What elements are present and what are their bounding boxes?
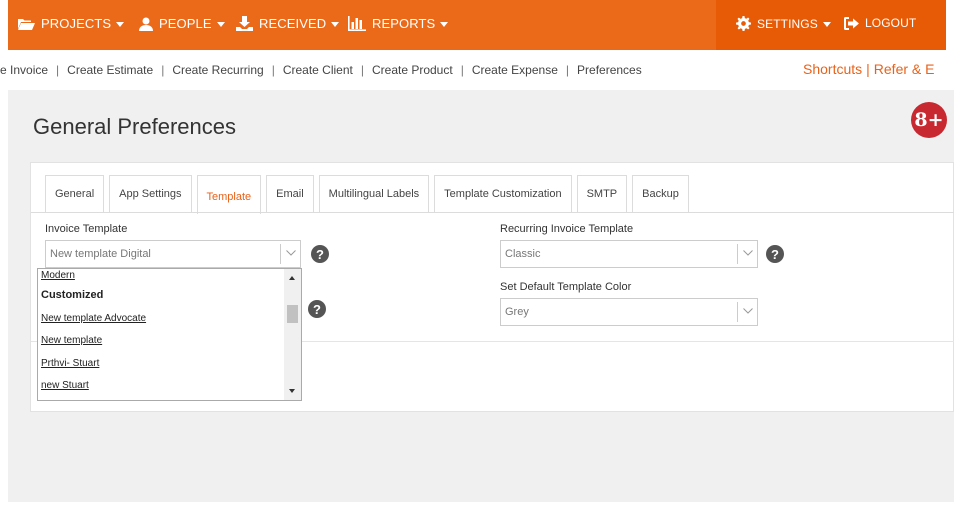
select-arrow (280, 244, 300, 264)
divider: | (360, 63, 364, 77)
scroll-down-icon[interactable] (289, 389, 295, 393)
recurring-template-label: Recurring Invoice Template (500, 223, 634, 235)
folder-open-icon (18, 18, 35, 30)
help-icon[interactable]: ? (308, 300, 326, 318)
tab-backup[interactable]: Backup (632, 175, 689, 212)
shortcut-create-estimate[interactable]: Create Estimate (67, 63, 153, 77)
gear-icon (736, 16, 751, 31)
shortcut-right: Shortcuts | Refer & E (803, 61, 934, 77)
nav-logout-label: LOGOUT (865, 16, 917, 30)
nav-received-label: RECEIVED (259, 16, 327, 31)
chevron-down-icon (440, 21, 449, 27)
divider: | (161, 63, 165, 77)
nav-projects[interactable]: PROJECTS (18, 16, 125, 31)
shortcut-create-expense[interactable]: Create Expense (472, 63, 558, 77)
chevron-down-icon (286, 250, 296, 256)
select-arrow (737, 302, 757, 322)
shortcut-bar: e Invoice | Create Estimate | Create Recurri… (0, 50, 954, 90)
nav-logout[interactable]: LOGOUT (844, 16, 916, 30)
shortcut-preferences[interactable]: Preferences (577, 63, 642, 77)
google-plus-icon[interactable]: 8+ (911, 102, 947, 138)
user-icon (139, 17, 153, 31)
page-title: General Preferences (33, 114, 236, 139)
chevron-down-icon (116, 21, 125, 27)
nav-settings[interactable]: SETTINGS (736, 16, 831, 31)
tab-template-customization[interactable]: Template Customization (434, 175, 572, 212)
shortcut-create-client[interactable]: Create Client (283, 63, 353, 77)
chevron-down-icon (743, 250, 753, 256)
tab-bar: General App Settings Template Email Mult… (45, 175, 694, 214)
top-nav: PROJECTS PEOPLE RECEIVED REPORTS SETTING… (8, 0, 946, 50)
invoice-template-select[interactable]: New template Digital (45, 240, 301, 268)
tab-divider (31, 212, 954, 213)
template-color-select[interactable]: Grey (500, 298, 758, 326)
dropdown-option[interactable]: New template Advocate (41, 313, 146, 324)
invoice-template-label: Invoice Template (45, 223, 128, 235)
invoice-template-dropdown-list[interactable]: Modern Customized New template Advocate … (37, 268, 302, 401)
scroll-thumb[interactable] (287, 305, 298, 323)
bottom-strip (0, 502, 954, 512)
tab-smtp[interactable]: SMTP (576, 175, 628, 212)
nav-people[interactable]: PEOPLE (139, 16, 225, 31)
shortcuts-link[interactable]: Shortcuts (803, 61, 862, 77)
nav-reports-label: REPORTS (372, 16, 436, 31)
tab-template[interactable]: Template (196, 175, 262, 214)
dropdown-option-modern[interactable]: Modern (41, 270, 75, 281)
template-color-value: Grey (505, 306, 529, 318)
tab-email[interactable]: Email (266, 175, 314, 212)
nav-received[interactable]: RECEIVED (236, 16, 340, 31)
chevron-down-icon (822, 21, 831, 27)
shortcut-create-product[interactable]: Create Product (372, 63, 453, 77)
nav-projects-label: PROJECTS (41, 16, 112, 31)
sign-out-icon (844, 16, 859, 30)
template-color-label: Set Default Template Color (500, 281, 632, 293)
recurring-template-value: Classic (505, 248, 541, 260)
divider: | (271, 63, 275, 77)
divider: | (866, 61, 870, 77)
recurring-template-select[interactable]: Classic (500, 240, 758, 268)
tab-app-settings[interactable]: App Settings (109, 175, 192, 212)
chevron-down-icon (216, 21, 225, 27)
tab-general[interactable]: General (45, 175, 105, 212)
shortcut-links: e Invoice | Create Estimate | Create Recurri… (0, 63, 642, 77)
tab-multilingual-labels[interactable]: Multilingual Labels (318, 175, 430, 212)
chevron-down-icon (331, 21, 340, 27)
select-arrow (737, 244, 757, 264)
download-icon (236, 16, 253, 31)
divider: | (56, 63, 60, 77)
nav-people-label: PEOPLE (159, 16, 212, 31)
refer-link[interactable]: Refer & E (874, 61, 935, 77)
dropdown-option[interactable]: new Stuart (41, 380, 89, 391)
chevron-down-icon (743, 308, 753, 314)
app-page: PROJECTS PEOPLE RECEIVED REPORTS SETTING… (0, 0, 954, 512)
dropdown-option[interactable]: New template (41, 335, 102, 346)
shortcut-create-recurring[interactable]: Create Recurring (172, 63, 263, 77)
help-icon[interactable]: ? (766, 245, 784, 263)
divider: | (460, 63, 464, 77)
dropdown-option[interactable]: Prthvi- Stuart (41, 358, 99, 369)
nav-settings-label: SETTINGS (757, 16, 818, 31)
help-icon[interactable]: ? (311, 245, 329, 263)
divider: | (565, 63, 570, 77)
scroll-up-icon[interactable] (289, 276, 295, 280)
shortcut-create-invoice[interactable]: e Invoice (0, 63, 48, 77)
nav-reports[interactable]: REPORTS (348, 16, 449, 31)
dropdown-group-customized: Customized (41, 289, 104, 301)
bar-chart-icon (348, 16, 366, 31)
invoice-template-value: New template Digital (50, 248, 151, 260)
dropdown-scrollbar[interactable] (284, 269, 301, 400)
